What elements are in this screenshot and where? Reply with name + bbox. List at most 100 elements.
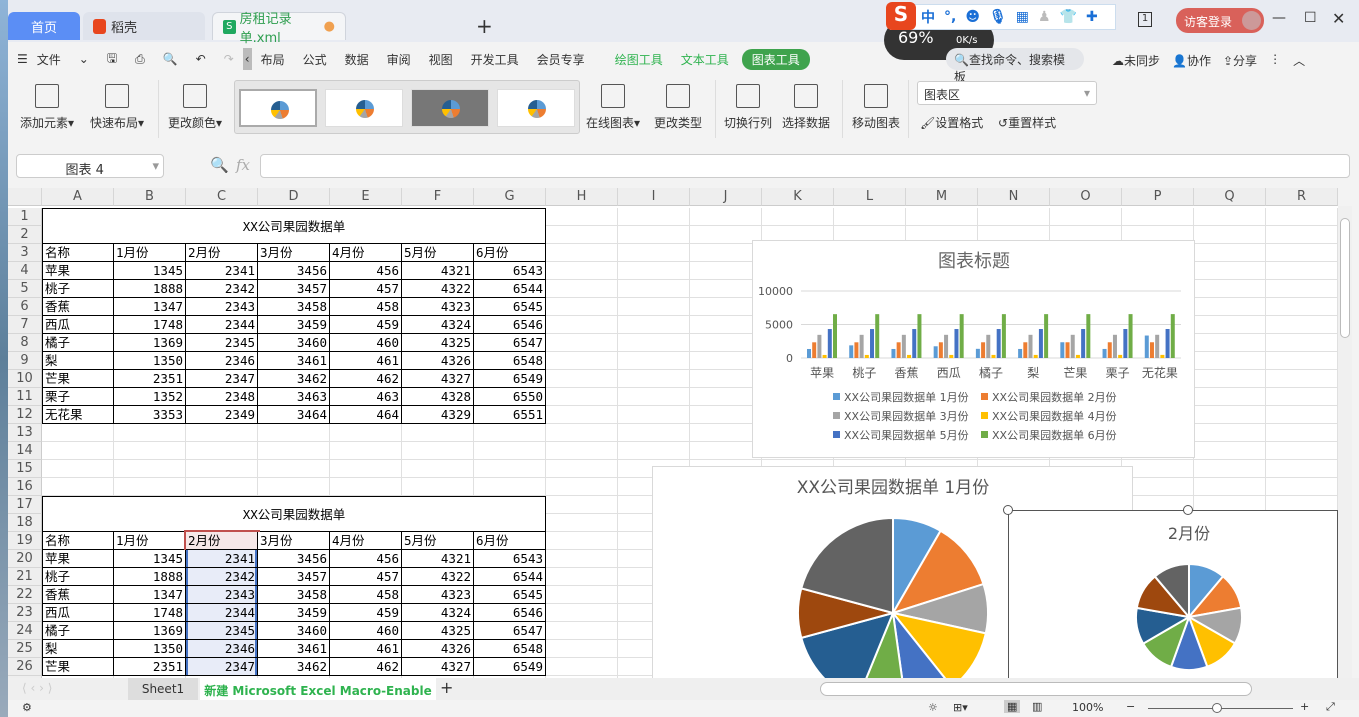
- value-cell[interactable]: 459: [330, 604, 402, 622]
- header-cell[interactable]: 6月份: [474, 532, 546, 550]
- value-cell[interactable]: 4322: [402, 568, 474, 586]
- resize-handle[interactable]: [1183, 505, 1193, 515]
- row-header[interactable]: 25: [8, 640, 42, 658]
- row-header[interactable]: 13: [8, 424, 42, 442]
- cell[interactable]: [330, 424, 402, 442]
- value-cell[interactable]: 6546: [474, 604, 546, 622]
- name-cell[interactable]: 西瓜: [42, 604, 114, 622]
- value-cell[interactable]: 3456: [258, 550, 330, 568]
- value-cell[interactable]: 4323: [402, 586, 474, 604]
- column-header[interactable]: C: [186, 188, 258, 206]
- cell[interactable]: [1194, 244, 1266, 262]
- macro-icon[interactable]: ⚙: [22, 701, 32, 714]
- cell[interactable]: [186, 424, 258, 442]
- name-cell[interactable]: 香蕉: [42, 298, 114, 316]
- value-cell[interactable]: 2346: [186, 640, 258, 658]
- cell[interactable]: [546, 244, 618, 262]
- cell[interactable]: [546, 550, 618, 568]
- header-cell[interactable]: 名称: [42, 244, 114, 262]
- value-cell[interactable]: 2351: [114, 370, 186, 388]
- value-cell[interactable]: 3463: [258, 388, 330, 406]
- name-cell[interactable]: 苹果: [42, 550, 114, 568]
- cell[interactable]: [402, 460, 474, 478]
- sheet-tab-sheet1[interactable]: Sheet1: [128, 678, 198, 700]
- value-cell[interactable]: 458: [330, 586, 402, 604]
- row-header[interactable]: 17: [8, 496, 42, 514]
- row-header[interactable]: 10: [8, 370, 42, 388]
- value-cell[interactable]: 3458: [258, 298, 330, 316]
- value-cell[interactable]: 3458: [258, 586, 330, 604]
- value-cell[interactable]: 462: [330, 370, 402, 388]
- chevron-down-icon[interactable]: ⌄: [70, 52, 98, 66]
- row-header[interactable]: 14: [8, 442, 42, 460]
- header-cell[interactable]: 1月份: [114, 244, 186, 262]
- zoom-out-button[interactable]: −: [1126, 700, 1135, 713]
- horizontal-scrollbar[interactable]: [820, 682, 1252, 696]
- cell[interactable]: [186, 442, 258, 460]
- value-cell[interactable]: 1352: [114, 388, 186, 406]
- row-header[interactable]: 8: [8, 334, 42, 352]
- apps-icon[interactable]: ✚: [1086, 9, 1098, 25]
- value-cell[interactable]: 1748: [114, 316, 186, 334]
- set-format-button[interactable]: 🖌设置格式: [920, 114, 983, 131]
- cell[interactable]: [546, 640, 618, 658]
- name-cell[interactable]: 芒果: [42, 370, 114, 388]
- row-header[interactable]: 6: [8, 298, 42, 316]
- menu-item[interactable]: 开发工具: [462, 51, 528, 68]
- value-cell[interactable]: 3461: [258, 352, 330, 370]
- name-cell[interactable]: 无花果: [42, 406, 114, 424]
- cell[interactable]: [474, 442, 546, 460]
- header-cell[interactable]: 3月份: [258, 244, 330, 262]
- value-cell[interactable]: 1345: [114, 550, 186, 568]
- eye-protection-icon[interactable]: ☼: [928, 701, 938, 714]
- value-cell[interactable]: 6547: [474, 334, 546, 352]
- menu-item[interactable]: 审阅: [378, 51, 420, 68]
- cell[interactable]: [546, 280, 618, 298]
- row-header[interactable]: 4: [8, 262, 42, 280]
- value-cell[interactable]: 4329: [402, 406, 474, 424]
- value-cell[interactable]: 2343: [186, 586, 258, 604]
- cell[interactable]: [1194, 424, 1266, 442]
- value-cell[interactable]: 4323: [402, 298, 474, 316]
- cell[interactable]: [114, 442, 186, 460]
- cell[interactable]: [186, 478, 258, 496]
- value-cell[interactable]: 4327: [402, 370, 474, 388]
- undo-icon[interactable]: ↶: [187, 52, 215, 66]
- cell[interactable]: [618, 370, 690, 388]
- value-cell[interactable]: 457: [330, 568, 402, 586]
- cell[interactable]: [402, 424, 474, 442]
- bar-chart[interactable]: 图表标题 0 5000 10000 苹果 桃子 香蕉 西瓜 橘子 梨 芒果 栗子 无花果 XX公司果园数据…: [752, 240, 1195, 458]
- row-header[interactable]: 22: [8, 586, 42, 604]
- header-cell[interactable]: 5月份: [402, 532, 474, 550]
- cell[interactable]: [978, 208, 1050, 226]
- value-cell[interactable]: 6544: [474, 280, 546, 298]
- tab-home[interactable]: 首页: [8, 12, 80, 40]
- value-cell[interactable]: 458: [330, 298, 402, 316]
- name-cell[interactable]: 梨: [42, 640, 114, 658]
- value-cell[interactable]: 459: [330, 316, 402, 334]
- change-type-button[interactable]: 更改类型: [654, 80, 702, 131]
- cell[interactable]: [1266, 208, 1338, 226]
- value-cell[interactable]: 1350: [114, 640, 186, 658]
- value-cell[interactable]: 6543: [474, 550, 546, 568]
- value-cell[interactable]: 2345: [186, 334, 258, 352]
- column-header[interactable]: M: [906, 188, 978, 206]
- value-cell[interactable]: 6549: [474, 370, 546, 388]
- cell[interactable]: [546, 586, 618, 604]
- value-cell[interactable]: 2344: [186, 316, 258, 334]
- value-cell[interactable]: 4327: [402, 658, 474, 676]
- cell[interactable]: [1266, 442, 1338, 460]
- value-cell[interactable]: 4324: [402, 316, 474, 334]
- value-cell[interactable]: 1369: [114, 622, 186, 640]
- cell[interactable]: [1266, 280, 1338, 298]
- row-header[interactable]: 2: [8, 226, 42, 244]
- cell[interactable]: [1194, 478, 1266, 496]
- cell[interactable]: [1266, 316, 1338, 334]
- cell[interactable]: [546, 460, 618, 478]
- value-cell[interactable]: 3457: [258, 568, 330, 586]
- print-icon[interactable]: ⎙: [126, 52, 154, 67]
- value-cell[interactable]: 6545: [474, 298, 546, 316]
- keyboard-icon[interactable]: ▦: [1016, 9, 1029, 25]
- cell[interactable]: [618, 298, 690, 316]
- value-cell[interactable]: 2341: [186, 262, 258, 280]
